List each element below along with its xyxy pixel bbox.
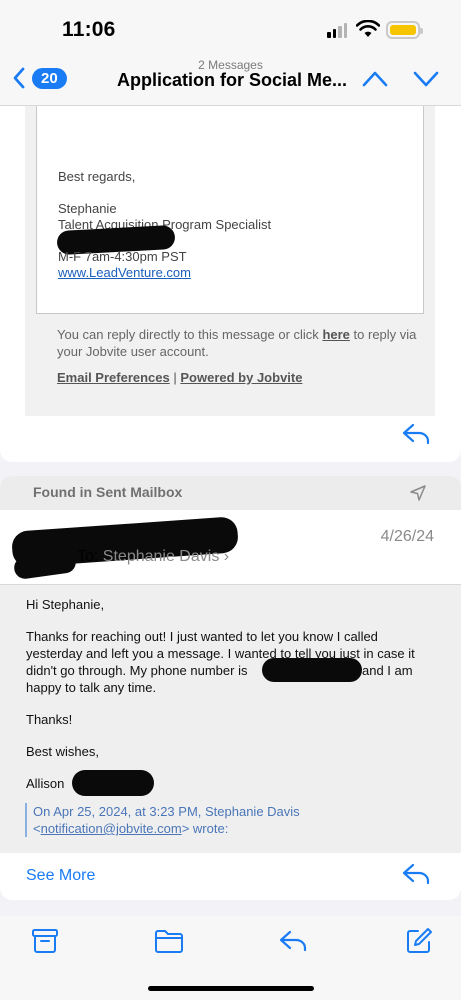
- quoted-header: On Apr 25, 2024, at 3:23 PM, Stephanie D…: [25, 803, 325, 837]
- quote-email-link[interactable]: notification@jobvite.com: [41, 821, 182, 836]
- message-card-1: Best regards, Stephanie Talent Acquisiti…: [0, 106, 461, 462]
- to-label: To:: [77, 548, 99, 565]
- reply-icon[interactable]: [278, 926, 308, 956]
- closing: Best regards,: [58, 169, 136, 184]
- quote-wrote: > wrote:: [181, 821, 229, 836]
- footer-links: Email Preferences | Powered by Jobvite: [57, 370, 302, 385]
- surname-redaction: [72, 770, 154, 796]
- quote-line-1: On Apr 25, 2024, at 3:23 PM, Stephanie D…: [33, 804, 300, 819]
- clock: 11:06: [62, 18, 116, 41]
- thanks: Thanks!: [26, 712, 73, 727]
- chevron-left-icon: [13, 67, 25, 89]
- email-preferences-link[interactable]: Email Preferences: [57, 370, 170, 385]
- reply-note-text: You can reply directly to this message o…: [57, 327, 319, 342]
- website-link[interactable]: www.LeadVenture.com: [58, 265, 191, 280]
- quote-line-2: <notification@jobvite.com> wrote:: [33, 821, 229, 836]
- thread-title: Application for Social Me...: [117, 70, 348, 90]
- separator: |: [173, 370, 177, 385]
- reply-note: You can reply directly to this message o…: [57, 326, 417, 360]
- reply-here-link[interactable]: here: [322, 327, 349, 342]
- unread-badge: 20: [32, 67, 67, 89]
- office-hours: M-F 7am-4:30pm PST: [58, 249, 187, 264]
- body-line-3b: and I am: [362, 663, 413, 678]
- cellular-signal-icon: [327, 23, 347, 38]
- recipient-line[interactable]: To: Stephanie Davis ›: [77, 548, 229, 566]
- back-button[interactable]: 20: [12, 66, 67, 90]
- recipient-name: Stephanie Davis: [102, 548, 220, 565]
- greeting: Hi Stephanie,: [26, 597, 105, 612]
- signature: Allison: [26, 776, 65, 791]
- wifi-icon: [356, 20, 380, 37]
- reply-icon[interactable]: [401, 422, 431, 446]
- body-line-1: Thanks for reaching out! I just wanted t…: [26, 629, 378, 644]
- status-bar: 11:06: [0, 0, 461, 58]
- next-message-icon[interactable]: [413, 70, 439, 88]
- message-date: 4/26/24: [380, 528, 434, 545]
- archive-icon[interactable]: [30, 926, 60, 956]
- powered-by-jobvite-link[interactable]: Powered by Jobvite: [180, 370, 302, 385]
- sender-name: Stephanie: [58, 201, 117, 216]
- jobvite-email-box: Best regards, Stephanie Talent Acquisiti…: [36, 106, 424, 314]
- reply-icon[interactable]: [401, 862, 431, 886]
- home-indicator: [148, 986, 314, 991]
- message-1-body: Best regards, Stephanie Talent Acquisiti…: [25, 106, 435, 416]
- compose-icon[interactable]: [404, 926, 434, 956]
- message-card-2: 4/26/24 To: Stephanie Davis › Hi Stephan…: [0, 510, 461, 900]
- previous-message-icon[interactable]: [362, 70, 388, 88]
- folder-label: Found in Sent Mailbox: [33, 484, 183, 500]
- nav-bar: 2 Messages 20 Application for Social Me.…: [0, 58, 461, 106]
- signoff: Best wishes,: [26, 744, 99, 759]
- body-line-4: happy to talk any time.: [26, 680, 157, 695]
- body-line-3a: didn't go through. My phone number is: [26, 663, 248, 678]
- folder-icon[interactable]: [154, 926, 184, 956]
- sent-icon: [410, 485, 426, 501]
- phone-redaction: [262, 658, 362, 682]
- battery-icon: [386, 21, 423, 39]
- see-more-button[interactable]: See More: [26, 867, 95, 885]
- sent-mailbox-header: Found in Sent Mailbox: [0, 476, 461, 510]
- bottom-toolbar: [0, 916, 461, 1000]
- chevron-right-icon: ›: [223, 548, 230, 565]
- message-2-body: Hi Stephanie, Thanks for reaching out! I…: [0, 585, 461, 853]
